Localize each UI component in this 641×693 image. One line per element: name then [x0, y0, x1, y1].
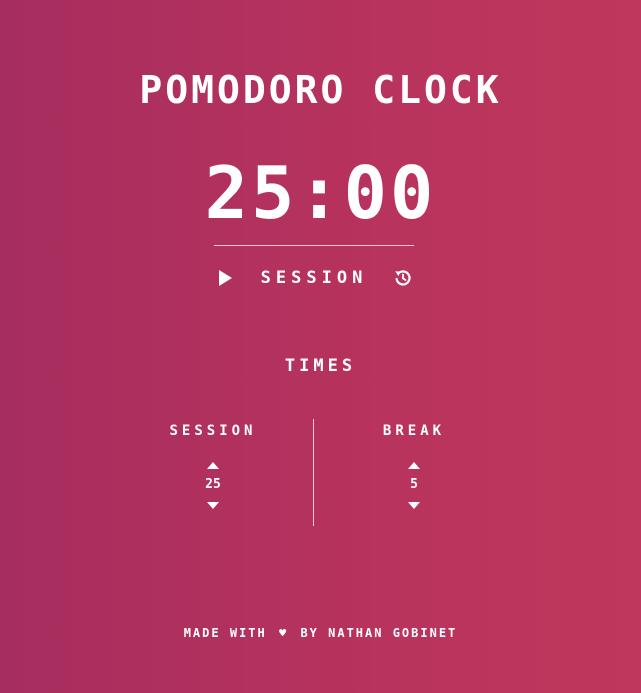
footer-made-with: MADE WITH	[183, 626, 267, 640]
footer-by: BY	[300, 626, 319, 640]
reset-icon	[395, 270, 411, 286]
timer-display: 25:00	[204, 151, 437, 235]
break-settings: BREAK 5	[314, 420, 514, 510]
session-settings: SESSION 25	[113, 420, 313, 510]
times-heading: TIMES	[284, 356, 357, 376]
footer: MADE WITH ♥ BY NATHAN GOBINET	[0, 626, 641, 640]
caret-down-icon	[207, 501, 219, 509]
session-length-value: 25	[205, 477, 221, 492]
session-decrease-button[interactable]	[206, 500, 220, 510]
play-icon	[219, 270, 232, 286]
caret-up-icon	[207, 461, 219, 469]
break-decrease-button[interactable]	[407, 500, 421, 510]
reset-button[interactable]	[392, 267, 414, 289]
break-increase-button[interactable]	[407, 460, 421, 470]
caret-down-icon	[408, 501, 420, 509]
session-increase-button[interactable]	[206, 460, 220, 470]
author-link[interactable]: NATHAN GOBINET	[328, 626, 457, 640]
break-length-value: 5	[410, 477, 418, 492]
session-label: SESSION	[169, 423, 257, 439]
caret-up-icon	[408, 461, 420, 469]
play-button[interactable]	[214, 267, 236, 289]
pomodoro-app: POMODORO CLOCK 25:00 SESSION TIMES SESSI…	[0, 0, 641, 693]
page-title: POMODORO CLOCK	[139, 68, 502, 112]
mode-label: SESSION	[260, 268, 368, 288]
heart-icon: ♥	[278, 626, 289, 640]
break-label: BREAK	[382, 423, 446, 439]
timer-divider	[214, 245, 414, 246]
timer-controls: SESSION	[214, 264, 414, 292]
